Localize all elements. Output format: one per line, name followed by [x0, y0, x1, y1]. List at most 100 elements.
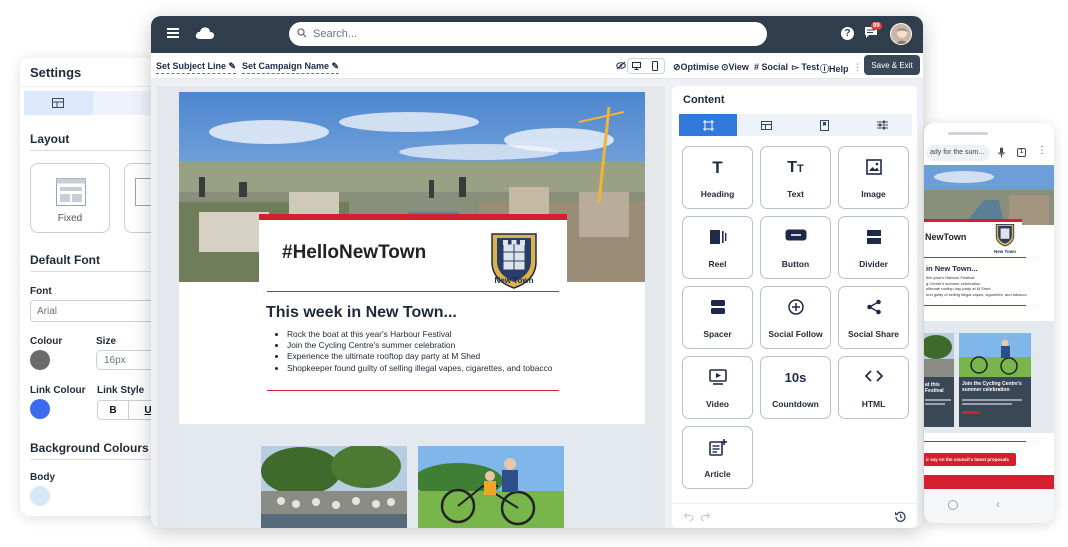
text-placeholder — [962, 399, 1022, 401]
settings-tab-layout[interactable] — [24, 91, 93, 115]
history-icon[interactable] — [895, 511, 906, 522]
block-button[interactable]: Button — [760, 216, 831, 279]
help-icon[interactable]: ? — [841, 27, 854, 40]
article-band[interactable] — [179, 424, 645, 528]
undo-icon[interactable] — [684, 512, 694, 521]
font-select[interactable]: Arial — [30, 300, 160, 322]
tab-blocks[interactable] — [679, 114, 738, 136]
social-label: Social — [761, 62, 789, 72]
set-subject-line-link[interactable]: Set Subject Line ✎ — [156, 61, 237, 74]
block-spacer[interactable]: Spacer — [682, 286, 753, 349]
mobile-icon[interactable] — [652, 61, 658, 71]
block-label: Countdown — [772, 399, 819, 409]
cycling-centre-photo[interactable] — [418, 446, 564, 528]
block-social-share[interactable]: Social Share — [838, 286, 909, 349]
block-label: Article — [704, 469, 731, 479]
settings-tabs — [24, 91, 161, 115]
mobile-footer-bar — [924, 475, 1054, 489]
optimise-button[interactable]: ⊘Optimise — [673, 62, 719, 73]
mobile-section-title: in New Town... — [926, 264, 978, 273]
social-button[interactable]: # Social — [754, 62, 788, 72]
campaign-name-label: Set Campaign Name — [242, 61, 330, 71]
save-exit-button[interactable]: Save & Exit — [864, 55, 920, 75]
search-input[interactable]: Search... — [289, 22, 767, 46]
mobile-line: und guilty of selling illegal vapes, cig… — [926, 291, 1027, 297]
block-video[interactable]: Video — [682, 356, 753, 419]
top-bar: Search... ? 99 — [151, 16, 923, 53]
mobile-card-1: at this Festival — [924, 333, 954, 427]
mobile-card-1-title: at this Festival — [925, 382, 944, 394]
layout-icon — [52, 98, 65, 108]
tabs-count-icon[interactable]: 1 — [1017, 148, 1026, 157]
layout-fixed-option[interactable]: Fixed — [30, 163, 110, 233]
back-arrow-icon[interactable]: ‹ — [996, 497, 1000, 511]
block-heading[interactable]: T Heading — [682, 146, 753, 209]
block-label: Spacer — [703, 329, 732, 339]
help-button[interactable]: ⓘHelp — [820, 62, 849, 75]
list-item: Experience the ultimate rooftop day part… — [287, 351, 552, 362]
link-colour-label: Link Colour — [30, 385, 86, 396]
email-preview[interactable]: #HelloNewTown New Town This week in New … — [179, 92, 645, 528]
list-item: Rock the boat at this year's Harbour Fes… — [287, 329, 552, 340]
editor-toolbar: Set Subject Line ✎ Set Campaign Name ✎ ⊘… — [151, 53, 923, 79]
block-social-follow[interactable]: Social Follow — [760, 286, 831, 349]
help-label: Help — [829, 64, 849, 74]
font-colour-swatch[interactable] — [30, 350, 50, 370]
background-colours-title: Background Colours — [30, 441, 149, 455]
block-reel[interactable]: Reel — [682, 216, 753, 279]
mic-icon[interactable] — [998, 147, 1005, 158]
more-options-icon[interactable]: ⋮ — [1037, 145, 1047, 156]
sliders-icon — [877, 120, 889, 130]
menu-icon[interactable] — [167, 28, 179, 38]
hero-title[interactable]: #HelloNewTown — [282, 242, 426, 264]
link-colour-swatch[interactable] — [30, 399, 50, 419]
hide-icon[interactable] — [616, 61, 626, 70]
news-list[interactable]: Rock the boat at this year's Harbour Fes… — [287, 329, 552, 374]
mobile-cta-button: ir say on the council's latest proposals — [924, 453, 1016, 466]
block-label: Button — [781, 259, 810, 269]
avatar-face-icon — [896, 28, 908, 44]
email-canvas[interactable]: #HelloNewTown New Town This week in New … — [157, 86, 665, 528]
section-heading[interactable]: This week in New Town... — [266, 304, 457, 322]
block-image[interactable]: Image — [838, 146, 909, 209]
set-campaign-name-link[interactable]: Set Campaign Name ✎ — [242, 61, 340, 74]
mobile-address-bar[interactable]: ady for the sum... — [926, 145, 990, 161]
notification-badge: 99 — [871, 22, 882, 30]
bookmark-icon — [820, 119, 830, 131]
mobile-harbour-photo — [924, 333, 954, 377]
video-icon — [708, 369, 727, 385]
settings-title: Settings — [20, 58, 165, 87]
desktop-icon[interactable] — [632, 62, 641, 70]
harbour-festival-photo[interactable] — [261, 446, 407, 528]
cloud-logo-icon — [195, 27, 215, 39]
body-colour-swatch[interactable] — [30, 486, 50, 506]
help-circle-icon: ⓘ — [820, 64, 830, 74]
tab-layouts[interactable] — [737, 114, 795, 136]
reel-icon — [709, 230, 726, 244]
block-html[interactable]: HTML — [838, 356, 909, 419]
block-countdown[interactable]: 10s Countdown — [760, 356, 831, 419]
device-toggle[interactable] — [627, 58, 665, 74]
view-button[interactable]: ⊙View — [721, 62, 749, 73]
block-label: Divider — [859, 259, 888, 269]
block-label: Heading — [700, 189, 735, 199]
size-label: Size — [96, 336, 117, 347]
tab-saved[interactable] — [796, 114, 854, 136]
view-label: View — [728, 62, 749, 72]
pencil-icon: ✎ — [331, 61, 340, 71]
block-text[interactable]: TT Text — [760, 146, 831, 209]
redo-icon[interactable] — [700, 512, 710, 521]
block-article[interactable]: Article — [682, 426, 753, 489]
block-label: Social Share — [847, 329, 900, 339]
new-town-crest-logo — [491, 233, 537, 289]
red-divider — [924, 441, 1026, 442]
link-bold-button[interactable]: B — [97, 400, 129, 420]
avatar[interactable] — [890, 23, 912, 45]
more-options-icon[interactable]: ⋮ — [853, 62, 862, 73]
tab-settings[interactable] — [854, 114, 912, 136]
block-divider[interactable]: Divider — [838, 216, 909, 279]
hero-card[interactable]: #HelloNewTown New Town — [259, 214, 567, 294]
mobile-hero-title: NewTown — [925, 232, 967, 242]
home-circle-icon[interactable] — [948, 500, 958, 510]
test-button[interactable]: ▻ Test — [792, 62, 819, 73]
